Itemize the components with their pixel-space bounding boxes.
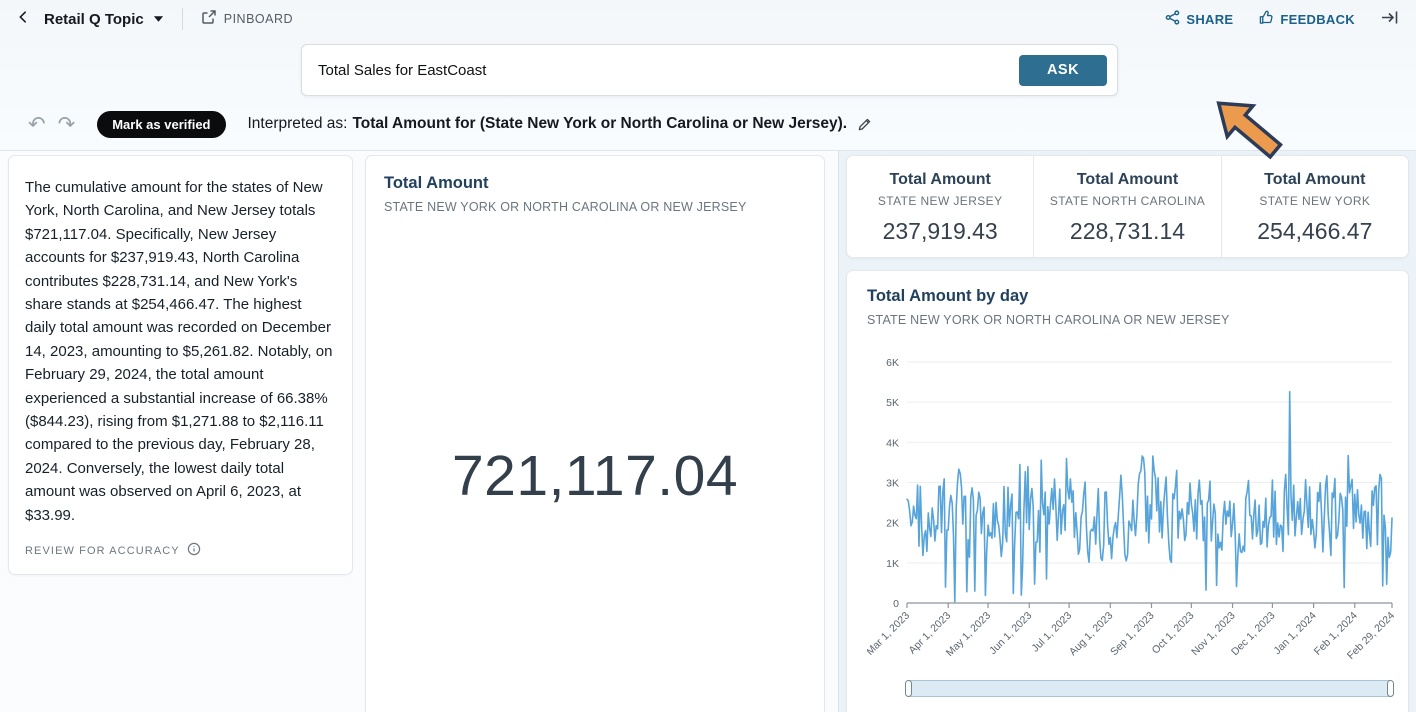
review-for-accuracy: REVIEW FOR ACCURACY	[25, 542, 336, 559]
undo-icon[interactable]: ↶	[28, 114, 46, 135]
feedback-button[interactable]: FEEDBACK	[1259, 10, 1355, 28]
svg-text:Jun 1, 2023: Jun 1, 2023	[987, 610, 1034, 657]
total-amount-value: 721,117.04	[451, 444, 739, 508]
ask-bar: ASK	[301, 44, 1118, 96]
total-card-subtitle: STATE NEW YORK OR NORTH CAROLINA OR NEW …	[384, 200, 747, 214]
pinboard-icon	[201, 9, 217, 30]
narrative-card: The cumulative amount for the states of …	[8, 155, 353, 575]
svg-text:2K: 2K	[886, 518, 899, 530]
kpi-subtitle: STATE NEW JERSEY	[877, 193, 1003, 208]
review-for-accuracy-label: REVIEW FOR ACCURACY	[25, 544, 180, 557]
kpi-title: Total Amount	[1264, 170, 1366, 188]
kpi-subtitle: STATE NEW YORK	[1259, 193, 1371, 208]
thumbs-up-icon	[1259, 10, 1274, 28]
pinboard-button[interactable]: PINBOARD	[201, 9, 293, 30]
feedback-label: FEEDBACK	[1280, 11, 1355, 27]
chart-title: Total Amount by day	[867, 287, 1029, 305]
kpi-new-jersey[interactable]: Total Amount STATE NEW JERSEY 237,919.43	[847, 156, 1033, 257]
redo-icon[interactable]: ↷	[58, 114, 76, 135]
share-button[interactable]: SHARE	[1165, 10, 1233, 28]
interpreted-as: Interpreted as: Total Amount for (State …	[248, 115, 873, 133]
ask-button[interactable]: ASK	[1019, 54, 1107, 86]
caret-down-icon	[153, 10, 164, 28]
kpi-card: Total Amount STATE NEW JERSEY 237,919.43…	[846, 155, 1409, 258]
svg-text:Sep 1, 2023: Sep 1, 2023	[1108, 610, 1157, 659]
total-amount-card: Total Amount STATE NEW YORK OR NORTH CAR…	[365, 155, 825, 712]
pinboard-label: PINBOARD	[223, 12, 294, 26]
topic-selector[interactable]: Retail Q Topic	[44, 10, 164, 28]
top-bar: Retail Q Topic PINBOARD SHARE FEEDBACK	[0, 0, 1416, 38]
line-chart-plot[interactable]: 0 1K 2K 3K 4K 5K 6K Mar 1, 2023 Apr 1, 2023 May 1…	[864, 341, 1397, 668]
chevron-left-icon	[16, 10, 30, 29]
right-panel: Total Amount STATE NEW JERSEY 237,919.43…	[838, 151, 1416, 712]
svg-text:0: 0	[893, 598, 899, 610]
arrow-to-bar-icon	[1381, 10, 1398, 28]
svg-text:5K: 5K	[886, 397, 899, 409]
kpi-subtitle: STATE NORTH CAROLINA	[1049, 193, 1206, 208]
verify-row: ↶ ↷ Mark as verified Interpreted as: Tot…	[28, 108, 1396, 140]
kpi-new-york[interactable]: Total Amount STATE NEW YORK 254,466.47	[1220, 156, 1408, 257]
svg-text:1K: 1K	[886, 558, 899, 570]
annotation-arrow	[1203, 94, 1291, 169]
svg-text:Mar 1, 2023: Mar 1, 2023	[867, 610, 912, 658]
chart-range-slider[interactable]	[905, 680, 1394, 697]
kpi-north-carolina[interactable]: Total Amount STATE NORTH CAROLINA 228,73…	[1033, 156, 1220, 257]
svg-text:4K: 4K	[886, 437, 899, 449]
narrative-text: The cumulative amount for the states of …	[25, 179, 333, 524]
back-button[interactable]	[12, 6, 34, 33]
svg-text:6K: 6K	[886, 357, 899, 369]
kpi-value: 237,919.43	[882, 217, 998, 244]
topbar-divider	[181, 8, 183, 30]
question-input[interactable]	[318, 61, 1019, 79]
share-label: SHARE	[1186, 11, 1234, 27]
topic-name: Retail Q Topic	[44, 10, 144, 28]
chart-subtitle: STATE NEW YORK OR NORTH CAROLINA OR NEW …	[867, 313, 1230, 327]
slider-handle-left[interactable]	[905, 680, 912, 697]
info-icon[interactable]	[187, 542, 201, 559]
edit-pencil-icon[interactable]	[857, 117, 872, 132]
kpi-title: Total Amount	[1076, 170, 1179, 188]
topbar-right-actions: SHARE FEEDBACK	[1165, 10, 1398, 28]
collapse-panel-button[interactable]	[1381, 10, 1398, 28]
share-icon	[1165, 10, 1180, 28]
mark-as-verified-button[interactable]: Mark as verified	[97, 110, 226, 138]
slider-handle-right[interactable]	[1387, 680, 1394, 697]
interpreted-prefix: Interpreted as:	[247, 115, 348, 132]
line-chart-card: Total Amount by day STATE NEW YORK OR NO…	[846, 270, 1409, 712]
kpi-value: 254,466.47	[1257, 217, 1373, 244]
kpi-value: 228,731.14	[1069, 217, 1186, 244]
interpreted-text: Total Amount for (State New York or Nort…	[352, 115, 848, 132]
kpi-title: Total Amount	[889, 170, 991, 188]
total-card-title: Total Amount	[384, 174, 489, 192]
svg-text:3K: 3K	[886, 478, 899, 490]
